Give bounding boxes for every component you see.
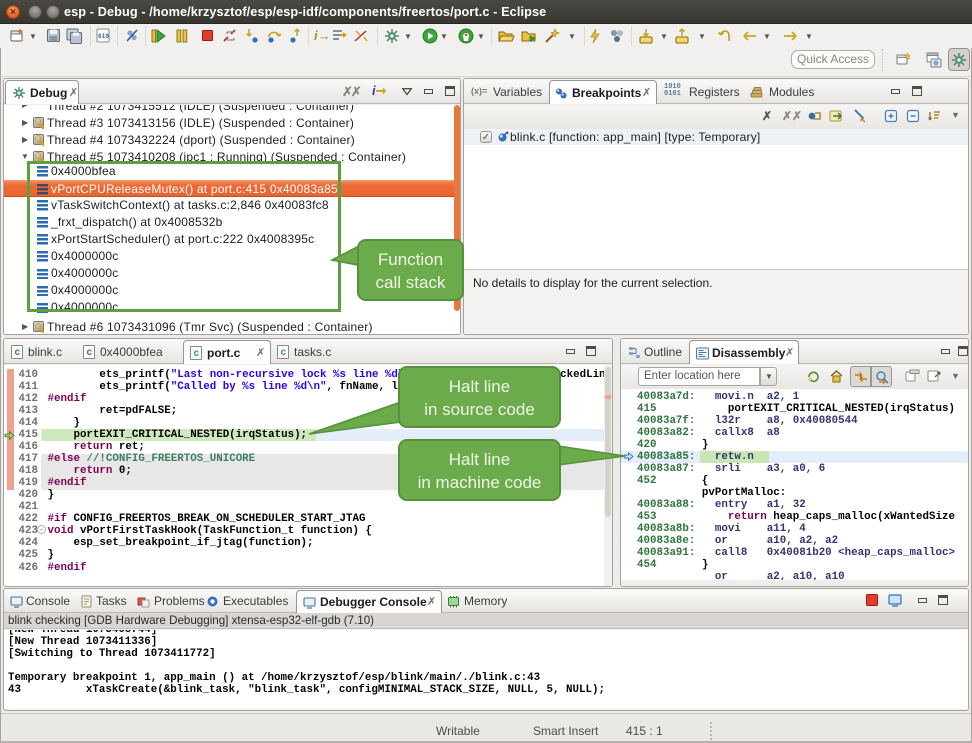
svg-text:010: 010 (98, 33, 109, 40)
